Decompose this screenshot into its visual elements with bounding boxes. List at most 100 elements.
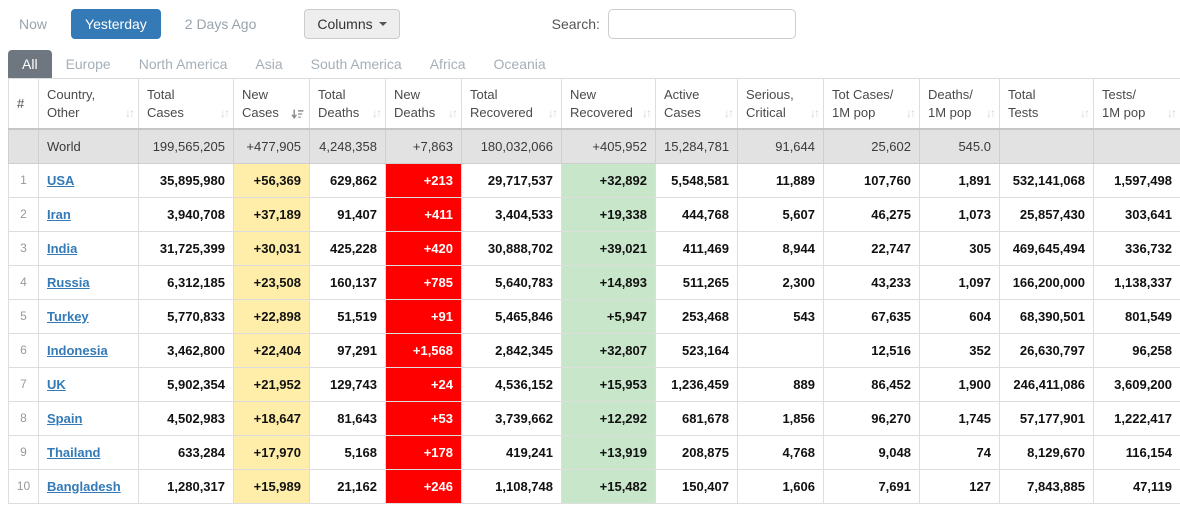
tab-europe[interactable]: Europe [52, 50, 125, 78]
columns-dropdown-button[interactable]: Columns [304, 9, 399, 39]
cell-new-cases: +15,989 [234, 469, 310, 503]
cell-active-cases: 5,548,581 [656, 163, 738, 197]
col-header-active-cases[interactable]: Active Cases↓↑ [656, 79, 738, 130]
tab-north-america[interactable]: North America [125, 50, 242, 78]
country-link[interactable]: Spain [47, 411, 82, 426]
cell-cases-per-1m: 7,691 [824, 469, 920, 503]
country-link[interactable]: Thailand [47, 445, 100, 460]
country-link[interactable]: Turkey [47, 309, 89, 324]
view-buttons-group: Now Yesterday 2 Days Ago [15, 9, 260, 39]
country-link[interactable]: Russia [47, 275, 90, 290]
col-header-label: Total Tests [1008, 86, 1085, 121]
cell-rank: 5 [9, 299, 39, 333]
country-link[interactable]: Indonesia [47, 343, 108, 358]
col-header-total-recovered[interactable]: Total Recovered↓↑ [462, 79, 562, 130]
two-days-ago-button[interactable]: 2 Days Ago [181, 10, 261, 38]
tab-asia[interactable]: Asia [241, 50, 296, 78]
cell-new-deaths: +411 [386, 197, 462, 231]
cell-active-cases: 523,164 [656, 333, 738, 367]
tab-africa[interactable]: Africa [416, 50, 480, 78]
cell-new-cases: +23,508 [234, 265, 310, 299]
sort-icon: ↓↑ [125, 106, 133, 120]
now-button[interactable]: Now [15, 10, 51, 38]
tab-south-america[interactable]: South America [297, 50, 416, 78]
cell-total-recovered: 180,032,066 [462, 129, 562, 163]
country-link[interactable]: USA [47, 173, 74, 188]
search-input[interactable] [608, 9, 796, 39]
country-link[interactable]: Iran [47, 207, 71, 222]
cell-total-recovered: 419,241 [462, 435, 562, 469]
cell-total-cases: 5,902,354 [139, 367, 234, 401]
cell-country: Turkey [39, 299, 139, 333]
cell-cases-per-1m: 9,048 [824, 435, 920, 469]
cell-new-recovered: +32,892 [562, 163, 656, 197]
col-header-country-other[interactable]: Country, Other↓↑ [39, 79, 139, 130]
cell-deaths-per-1m: 305 [920, 231, 1000, 265]
col-header-label: Deaths/ 1M pop [928, 86, 991, 121]
country-row-bangladesh: 10Bangladesh1,280,317+15,98921,162+2461,… [9, 469, 1180, 503]
cell-total-tests: 8,129,670 [1000, 435, 1094, 469]
col-header-new-cases[interactable]: New Cases [234, 79, 310, 130]
cell-new-deaths: +91 [386, 299, 462, 333]
tab-all[interactable]: All [8, 50, 52, 78]
cell-new-deaths: +178 [386, 435, 462, 469]
cell-new-cases: +17,970 [234, 435, 310, 469]
country-row-indonesia: 6Indonesia3,462,800+22,40497,291+1,5682,… [9, 333, 1180, 367]
world-summary-row: World199,565,205+477,9054,248,358+7,8631… [9, 129, 1180, 163]
sort-descending-icon [291, 108, 304, 121]
col-header-label: Tot Cases/ 1M pop [832, 86, 911, 121]
col-header-label: New Recovered [570, 86, 647, 121]
cell-deaths-per-1m: 352 [920, 333, 1000, 367]
country-row-india: 3India31,725,399+30,031425,228+42030,888… [9, 231, 1180, 265]
cell-cases-per-1m: 46,275 [824, 197, 920, 231]
col-header-rank: # [9, 79, 39, 130]
sort-icon: ↓↑ [986, 106, 994, 120]
cell-rank: 3 [9, 231, 39, 265]
country-link[interactable]: India [47, 241, 77, 256]
country-row-iran: 2Iran3,940,708+37,18991,407+4113,404,533… [9, 197, 1180, 231]
cell-rank: 8 [9, 401, 39, 435]
col-header-tests-1m-pop[interactable]: Tests/ 1M pop↓↑ [1094, 79, 1180, 130]
cell-total-recovered: 5,465,846 [462, 299, 562, 333]
cell-tests-per-1m: 801,549 [1094, 299, 1180, 333]
cell-total-tests [1000, 129, 1094, 163]
country-row-turkey: 5Turkey5,770,833+22,89851,519+915,465,84… [9, 299, 1180, 333]
cell-new-deaths: +246 [386, 469, 462, 503]
cell-total-cases: 3,462,800 [139, 333, 234, 367]
columns-dropdown-label: Columns [317, 16, 372, 32]
country-link[interactable]: UK [47, 377, 66, 392]
cell-country: UK [39, 367, 139, 401]
cell-country: Iran [39, 197, 139, 231]
cell-serious-critical: 2,300 [738, 265, 824, 299]
cell-new-deaths: +1,568 [386, 333, 462, 367]
country-row-russia: 4Russia6,312,185+23,508160,137+7855,640,… [9, 265, 1180, 299]
cell-total-recovered: 4,536,152 [462, 367, 562, 401]
country-link[interactable]: Bangladesh [47, 479, 121, 494]
cell-new-recovered: +39,021 [562, 231, 656, 265]
col-header-serious-critical[interactable]: Serious, Critical↓↑ [738, 79, 824, 130]
col-header-new-deaths[interactable]: New Deaths↓↑ [386, 79, 462, 130]
col-header-total-tests[interactable]: Total Tests↓↑ [1000, 79, 1094, 130]
cell-total-deaths: 160,137 [310, 265, 386, 299]
cell-total-deaths: 629,862 [310, 163, 386, 197]
cell-country: Thailand [39, 435, 139, 469]
cell-new-recovered: +405,952 [562, 129, 656, 163]
cell-rank: 2 [9, 197, 39, 231]
cell-total-recovered: 5,640,783 [462, 265, 562, 299]
cell-total-deaths: 21,162 [310, 469, 386, 503]
cell-rank: 1 [9, 163, 39, 197]
cell-total-tests: 469,645,494 [1000, 231, 1094, 265]
cell-new-recovered: +5,947 [562, 299, 656, 333]
cell-total-cases: 199,565,205 [139, 129, 234, 163]
cell-new-cases: +30,031 [234, 231, 310, 265]
col-header-total-deaths[interactable]: Total Deaths↓↑ [310, 79, 386, 130]
yesterday-button[interactable]: Yesterday [71, 9, 161, 39]
tab-oceania[interactable]: Oceania [480, 50, 560, 78]
col-header-new-recovered[interactable]: New Recovered↓↑ [562, 79, 656, 130]
cell-total-deaths: 81,643 [310, 401, 386, 435]
col-header-total-cases[interactable]: Total Cases↓↑ [139, 79, 234, 130]
col-header-tot-cases-1m-pop[interactable]: Tot Cases/ 1M pop↓↑ [824, 79, 920, 130]
cell-total-cases: 6,312,185 [139, 265, 234, 299]
cell-new-cases: +477,905 [234, 129, 310, 163]
col-header-deaths-1m-pop[interactable]: Deaths/ 1M pop↓↑ [920, 79, 1000, 130]
